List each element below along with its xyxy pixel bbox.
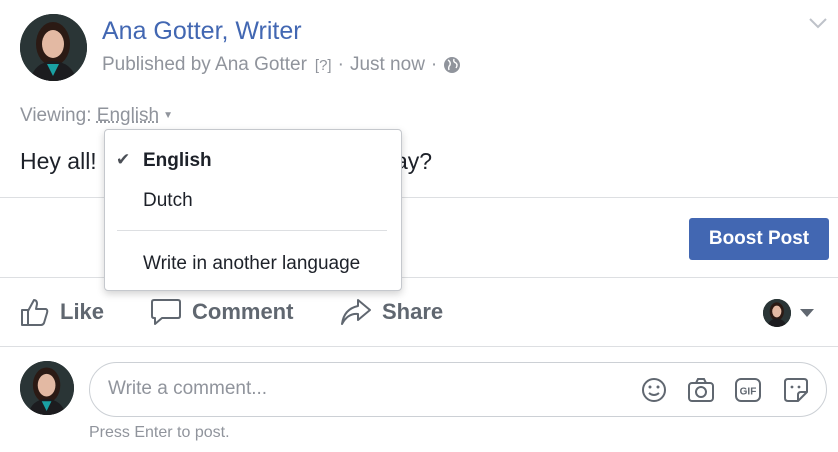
- caret-down-icon: [800, 309, 814, 317]
- press-enter-hint: Press Enter to post.: [89, 424, 230, 441]
- comment-button[interactable]: Comment: [150, 292, 293, 332]
- like-label: Like: [60, 299, 105, 324]
- sticker-icon[interactable]: [782, 376, 812, 404]
- menu-item-dutch[interactable]: Dutch: [105, 182, 401, 218]
- svg-text:GIF: GIF: [740, 387, 757, 398]
- post-meta: Published by Ana Gotter [?] · Just now ·: [102, 54, 461, 76]
- viewing-label: Viewing:: [20, 105, 92, 126]
- share-button[interactable]: Share: [340, 292, 443, 332]
- menu-item-label: English: [143, 150, 212, 171]
- thumbs-up-icon: [21, 299, 49, 326]
- page-avatar: [763, 299, 791, 327]
- caret-down-icon[interactable]: ▼: [163, 110, 173, 121]
- camera-icon[interactable]: [687, 376, 717, 404]
- globe-icon[interactable]: [443, 56, 461, 74]
- post-text: Hey all! ay?: [20, 148, 432, 175]
- author-avatar[interactable]: [20, 14, 87, 81]
- meta-separator: ·: [337, 54, 344, 75]
- author-name-link[interactable]: Ana Gotter, Writer: [102, 17, 302, 46]
- help-marker[interactable]: [?]: [315, 57, 332, 74]
- like-button[interactable]: Like: [20, 292, 104, 332]
- share-label: Share: [382, 299, 444, 324]
- comment-label: Comment: [192, 299, 294, 324]
- smiley-icon[interactable]: [640, 376, 670, 404]
- divider-actions-bottom: [0, 346, 838, 347]
- post-options-chevron-icon[interactable]: [808, 16, 828, 34]
- menu-item-write-other-language[interactable]: Write in another language: [105, 245, 401, 281]
- published-by[interactable]: Published by Ana Gotter: [102, 54, 307, 76]
- language-dropdown-menu: ✔ English Dutch Write in another languag…: [104, 129, 402, 291]
- viewing-language-selector[interactable]: English: [97, 105, 159, 126]
- viewing-language: Viewing: English ▼: [20, 105, 173, 127]
- post-as-selector[interactable]: [763, 299, 815, 327]
- comment-bubble-icon: [151, 299, 181, 325]
- commenter-avatar: [20, 361, 74, 415]
- menu-item-label: Write in another language: [143, 253, 361, 274]
- post-time[interactable]: Just now: [350, 54, 425, 76]
- comment-placeholder: Write a comment...: [108, 378, 268, 399]
- checkmark-icon: ✔: [116, 150, 131, 169]
- menu-item-label: Dutch: [143, 190, 193, 211]
- gif-icon[interactable]: GIF: [734, 376, 764, 404]
- menu-separator: [117, 230, 387, 231]
- meta-separator-2: ·: [430, 54, 438, 75]
- menu-item-english[interactable]: ✔ English: [105, 142, 401, 178]
- share-arrow-icon: [341, 299, 371, 325]
- boost-post-button[interactable]: Boost Post: [689, 218, 829, 260]
- post-text-start: Hey all!: [20, 148, 97, 174]
